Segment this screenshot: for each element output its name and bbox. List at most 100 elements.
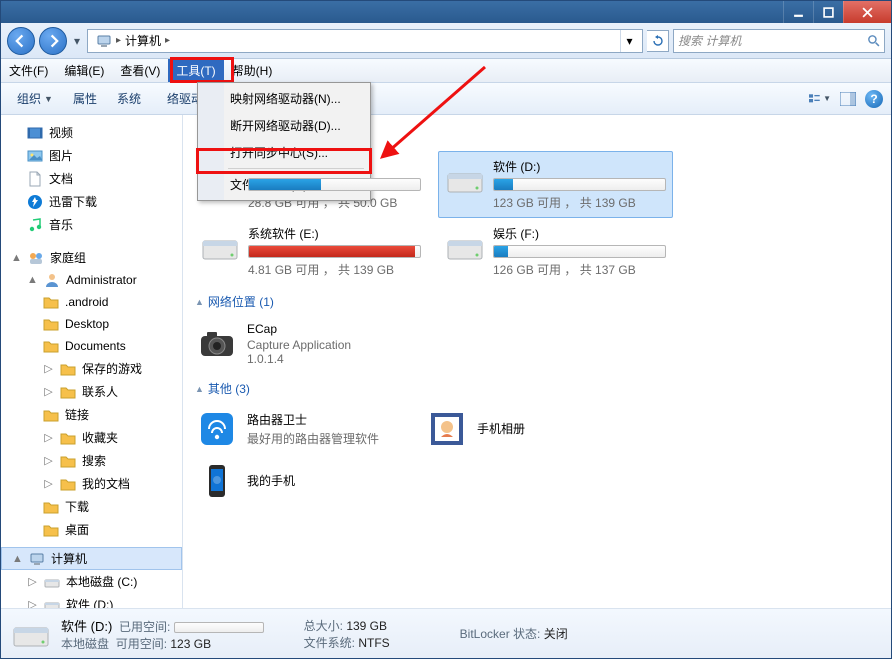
tree-xunlei[interactable]: 迅雷下载 (1, 190, 182, 213)
menu-open-sync-center[interactable]: 打开同步中心(S)... (200, 139, 368, 166)
drive-subtext: 4.81 GB 可用 ， 共 139 GB (248, 258, 421, 278)
details-name: 软件 (D:) 已用空间: (61, 616, 264, 635)
expand-icon[interactable]: ▷ (43, 362, 54, 375)
address-dropdown[interactable]: ▾ (620, 30, 638, 52)
tree-links[interactable]: 链接 (1, 403, 182, 426)
drive-e[interactable]: 系统软件 (E:) 4.81 GB 可用 ， 共 139 GB (193, 218, 428, 285)
folder-icon (43, 522, 59, 538)
tree-search[interactable]: ▷搜索 (1, 449, 182, 472)
folder-icon (43, 338, 59, 354)
tree-contacts[interactable]: ▷联系人 (1, 380, 182, 403)
help-button[interactable]: ? (865, 90, 883, 108)
toolbar-organize[interactable]: 组织▼ (9, 86, 61, 111)
tree-android[interactable]: .android (1, 291, 182, 313)
expand-icon[interactable]: ▷ (43, 431, 54, 444)
drive-name: 系统软件 (E:) (248, 225, 421, 245)
drive-icon (445, 158, 485, 198)
tree-desktop-cn[interactable]: 桌面 (1, 518, 182, 541)
tree-documents[interactable]: 文档 (1, 167, 182, 190)
window-titlebar (1, 1, 891, 23)
item-phone-album[interactable]: 手机相册 (423, 403, 529, 455)
drive-name: 软件 (D:) (493, 158, 666, 178)
pictures-icon (27, 148, 43, 164)
tree-homegroup[interactable]: ▲家庭组 (1, 246, 182, 269)
expand-icon[interactable]: ▷ (43, 477, 54, 490)
menu-tools[interactable]: 工具(T) (168, 59, 223, 82)
search-input[interactable]: 搜索 计算机 (673, 29, 885, 53)
back-button[interactable] (7, 27, 35, 55)
menu-disconnect-network-drive[interactable]: 断开网络驱动器(D)... (200, 112, 368, 139)
drive-icon (11, 616, 51, 652)
expand-icon[interactable]: ▷ (43, 454, 54, 467)
search-placeholder: 搜索 计算机 (678, 32, 863, 49)
group-network-location[interactable]: ▲网络位置 (1) (193, 285, 881, 316)
drive-f[interactable]: 娱乐 (F:) 126 GB 可用 ， 共 137 GB (438, 218, 673, 285)
tree-local-c[interactable]: ▷本地磁盘 (C:) (1, 570, 182, 593)
drive-name: 娱乐 (F:) (493, 225, 666, 245)
tree-administrator[interactable]: ▲Administrator (1, 269, 182, 291)
menu-file[interactable]: 文件(F) (1, 59, 56, 82)
details-free: 123 GB (170, 637, 211, 651)
group-other[interactable]: ▲其他 (3) (193, 372, 881, 403)
expand-icon[interactable]: ▲ (11, 252, 22, 264)
minimize-button[interactable] (783, 1, 813, 23)
menu-view[interactable]: 查看(V) (112, 59, 168, 82)
drive-subtext: 123 GB 可用 ， 共 139 GB (493, 191, 666, 211)
navigation-tree[interactable]: 视频 图片 文档 迅雷下载 音乐 ▲家庭组 ▲Administrator .an… (1, 115, 183, 608)
folder-icon (60, 476, 76, 492)
expand-icon[interactable]: ▲ (12, 553, 23, 565)
tree-video[interactable]: 视频 (1, 121, 182, 144)
details-usage-bar (174, 622, 264, 633)
recent-dropdown[interactable]: ▾ (71, 34, 83, 48)
expand-icon[interactable]: ▷ (27, 598, 38, 608)
tree-desktop[interactable]: Desktop (1, 313, 182, 335)
expand-icon[interactable]: ▲ (27, 274, 38, 286)
item-title: 手机相册 (477, 420, 525, 439)
tree-savedgames[interactable]: ▷保存的游戏 (1, 357, 182, 380)
maximize-button[interactable] (813, 1, 843, 23)
tree-favorites[interactable]: ▷收藏夹 (1, 426, 182, 449)
content-pane[interactable]: 本地磁盘 (C:) 28.8 GB 可用 ， 共 50.0 GB 软件 (D:)… (183, 115, 891, 608)
user-icon (44, 272, 60, 288)
tree-my-documents[interactable]: ▷我的文档 (1, 472, 182, 495)
details-bitlocker: 关闭 (544, 627, 568, 641)
item-title: 路由器卫士 (247, 411, 379, 430)
tree-downloads[interactable]: 下载 (1, 495, 182, 518)
xunlei-icon (27, 194, 43, 210)
menu-bar: 文件(F) 编辑(E) 查看(V) 工具(T) 帮助(H) 映射网络驱动器(N)… (1, 59, 891, 83)
usage-bar (248, 245, 421, 258)
folder-icon (60, 361, 76, 377)
forward-button[interactable] (39, 27, 67, 55)
item-ecap[interactable]: ECap Capture Application 1.0.1.4 (193, 316, 881, 372)
preview-pane-button[interactable] (837, 89, 859, 109)
tree-computer[interactable]: ▲计算机 (1, 547, 182, 570)
music-icon (27, 217, 43, 233)
details-total: 139 GB (346, 619, 387, 633)
item-router-guard[interactable]: 路由器卫士 最好用的路由器管理软件 (193, 403, 383, 455)
folder-icon (43, 499, 59, 515)
tree-music[interactable]: 音乐 (1, 213, 182, 236)
toolbar-system[interactable]: 系统 (109, 86, 163, 111)
item-title: ECap (247, 322, 351, 338)
view-mode-button[interactable]: ▼ (809, 89, 831, 109)
toolbar-properties[interactable]: 属性 (65, 86, 105, 111)
menu-edit[interactable]: 编辑(E) (56, 59, 112, 82)
tree-soft-d[interactable]: ▷软件 (D:) (1, 593, 182, 608)
navigation-row: ▾ ▸ 计算机 ▸ ▾ 搜索 计算机 (1, 23, 891, 59)
expand-icon[interactable]: ▷ (43, 385, 54, 398)
details-pane: 软件 (D:) 已用空间: 本地磁盘 可用空间: 123 GB 总大小: 139… (1, 608, 891, 658)
folder-icon (60, 430, 76, 446)
tree-documents2[interactable]: Documents (1, 335, 182, 357)
address-bar[interactable]: ▸ 计算机 ▸ ▾ (87, 29, 643, 53)
drive-d[interactable]: 软件 (D:) 123 GB 可用 ， 共 139 GB (438, 151, 673, 218)
expand-icon[interactable]: ▷ (27, 575, 38, 588)
breadcrumb-computer[interactable]: ▸ 计算机 ▸ (92, 32, 174, 49)
usage-bar (493, 178, 666, 191)
computer-icon (29, 551, 45, 567)
menu-map-network-drive[interactable]: 映射网络驱动器(N)... (200, 85, 368, 112)
item-my-phone[interactable]: 我的手机 (193, 455, 881, 507)
refresh-button[interactable] (647, 30, 669, 52)
menu-help[interactable]: 帮助(H) (224, 59, 281, 82)
tree-pictures[interactable]: 图片 (1, 144, 182, 167)
close-button[interactable] (843, 1, 891, 23)
